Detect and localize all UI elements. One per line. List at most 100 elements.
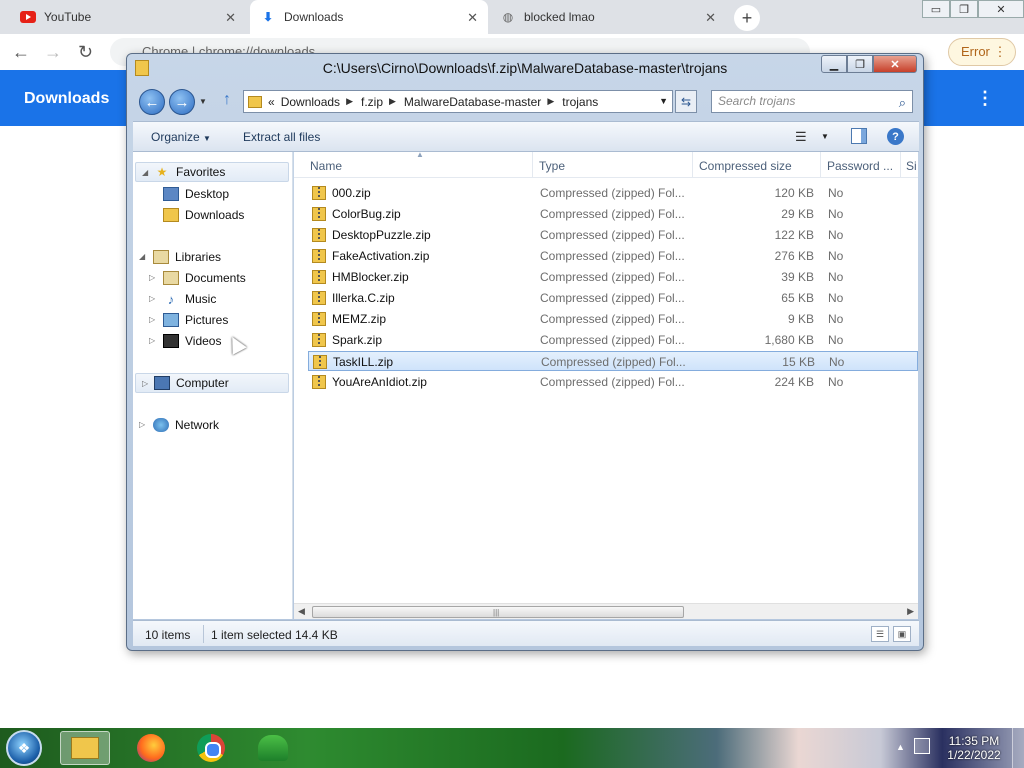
back-button[interactable]: ← — [139, 89, 165, 115]
collapse-icon[interactable]: ◢ — [139, 252, 145, 261]
chevron-right-icon[interactable]: ▶ — [346, 96, 353, 107]
horizontal-scrollbar[interactable]: ◀ ||| ▶ — [294, 603, 918, 619]
view-options-icon[interactable]: ☰ — [795, 129, 807, 145]
file-row[interactable]: TaskILL.zip Compressed (zipped) Fol... 15 … — [308, 351, 918, 371]
column-divider[interactable] — [900, 152, 901, 178]
command-bar: Organize ▼ Extract all files ☰ ▼ ? — [133, 121, 919, 152]
nav-music[interactable]: ▷ ♪ Music — [149, 289, 216, 309]
forward-button[interactable]: → — [169, 89, 195, 115]
close-button[interactable]: ✕ — [978, 0, 1024, 18]
file-row[interactable]: Illerka.C.zip Compressed (zipped) Fol... 6… — [308, 288, 918, 308]
maximize-button[interactable]: ❐ — [950, 0, 978, 18]
window-titlebar[interactable]: C:\Users\Cirno\Downloads\f.zip\MalwareDa… — [127, 54, 923, 82]
extract-all-button[interactable]: Extract all files — [243, 130, 320, 144]
close-icon[interactable]: ✕ — [705, 10, 716, 26]
nav-label: Documents — [185, 271, 246, 285]
system-clock[interactable]: 11:35 PM 1/22/2022 — [940, 734, 1008, 762]
zip-folder-icon — [312, 312, 326, 326]
refresh-button[interactable]: ⇆ — [675, 90, 697, 113]
taskbar-idm[interactable] — [248, 731, 298, 765]
breadcrumb-overflow[interactable]: « — [268, 95, 275, 109]
nav-desktop[interactable]: Desktop — [163, 184, 229, 204]
nav-favorites[interactable]: ◢ ★ Favorites — [135, 162, 289, 182]
details-view-icon[interactable]: ☰ — [871, 626, 889, 642]
nav-computer[interactable]: ▷ Computer — [135, 373, 289, 393]
column-password[interactable]: Password ... — [827, 159, 893, 173]
column-divider[interactable] — [820, 152, 821, 178]
expand-icon[interactable]: ▷ — [149, 294, 155, 303]
organize-button[interactable]: Organize ▼ — [151, 130, 211, 144]
more-icon: ⋮ — [993, 44, 1007, 59]
breadcrumb-fzip[interactable]: f.zip — [361, 95, 383, 109]
nav-downloads[interactable]: Downloads — [163, 205, 244, 225]
scrollbar-thumb[interactable]: ||| — [312, 606, 684, 618]
tab-blocked[interactable]: ◍ blocked lmao ✕ — [490, 0, 726, 34]
column-divider[interactable] — [692, 152, 693, 178]
scroll-left-icon[interactable]: ◀ — [298, 606, 305, 617]
nav-documents[interactable]: ▷ Documents — [149, 268, 246, 288]
expand-icon[interactable]: ▷ — [149, 273, 155, 282]
tab-youtube[interactable]: YouTube ✕ — [10, 0, 246, 34]
column-size[interactable]: Si — [906, 159, 917, 173]
minimize-button[interactable]: ▭ — [922, 0, 950, 18]
column-name[interactable]: Name — [310, 159, 342, 173]
help-icon[interactable]: ? — [887, 128, 904, 145]
network-status-icon[interactable] — [914, 738, 930, 754]
expand-icon[interactable]: ▷ — [139, 420, 145, 429]
file-row[interactable]: HMBlocker.zip Compressed (zipped) Fol... 3… — [308, 267, 918, 287]
reload-icon[interactable]: ↻ — [78, 42, 93, 63]
close-icon[interactable]: ✕ — [225, 10, 236, 26]
up-arrow-icon[interactable]: ↑ — [223, 91, 231, 109]
search-input[interactable]: Search trojans ⌕ — [711, 90, 913, 113]
show-hidden-icons[interactable]: ▲ — [896, 742, 905, 752]
large-icons-view-icon[interactable]: ▣ — [893, 626, 911, 642]
show-desktop-button[interactable] — [1012, 728, 1024, 768]
breadcrumb-trojans[interactable]: trojans — [562, 95, 598, 109]
file-size: 65 KB — [781, 291, 814, 305]
breadcrumb-malwaredatabase[interactable]: MalwareDatabase-master — [404, 95, 541, 109]
file-row[interactable]: DesktopPuzzle.zip Compressed (zipped) Fol… — [308, 225, 918, 245]
chevron-right-icon[interactable]: ▶ — [389, 96, 396, 107]
breadcrumb[interactable]: « Downloads ▶ f.zip ▶ MalwareDatabase-ma… — [243, 90, 673, 113]
collapse-icon[interactable]: ◢ — [142, 168, 148, 177]
expand-icon[interactable]: ▷ — [149, 315, 155, 324]
file-row[interactable]: Spark.zip Compressed (zipped) Fol... 1,680… — [308, 330, 918, 350]
preview-pane-icon[interactable] — [851, 128, 867, 144]
file-row[interactable]: FakeActivation.zip Compressed (zipped) Fo… — [308, 246, 918, 266]
menu-icon[interactable]: ⋮ — [976, 88, 994, 109]
close-icon[interactable]: ✕ — [467, 10, 478, 26]
taskbar-chrome[interactable] — [186, 731, 236, 765]
file-row[interactable]: MEMZ.zip Compressed (zipped) Fol... 9 KB No — [308, 309, 918, 329]
breadcrumb-downloads[interactable]: Downloads — [281, 95, 340, 109]
column-divider[interactable] — [532, 152, 533, 178]
scroll-right-icon[interactable]: ▶ — [907, 606, 914, 617]
maximize-button[interactable]: ❐ — [847, 55, 873, 73]
forward-arrow-icon[interactable]: → — [44, 42, 62, 63]
expand-icon[interactable]: ▷ — [149, 336, 155, 345]
error-button[interactable]: Error ⋮ — [948, 38, 1016, 66]
taskbar-explorer[interactable] — [60, 731, 110, 765]
column-type[interactable]: Type — [539, 159, 565, 173]
expand-icon[interactable]: ▷ — [142, 379, 148, 388]
minimize-button[interactable]: ▁ — [821, 55, 847, 73]
column-compressed-size[interactable]: Compressed size — [699, 159, 792, 173]
chevron-down-icon[interactable]: ▼ — [659, 96, 668, 106]
file-row[interactable]: YouAreAnIdiot.zip Compressed (zipped) Fol… — [308, 372, 918, 392]
chevron-right-icon[interactable]: ▶ — [547, 96, 554, 107]
file-type: Compressed (zipped) Fol... — [540, 228, 685, 242]
tab-downloads[interactable]: ⬇ Downloads ✕ — [250, 0, 488, 34]
chevron-down-icon[interactable]: ▼ — [821, 132, 829, 141]
close-button[interactable]: ✕ — [873, 55, 917, 73]
file-type: Compressed (zipped) Fol... — [540, 186, 685, 200]
back-arrow-icon[interactable]: ← — [12, 42, 30, 63]
recent-pages-dropdown[interactable]: ▼ — [199, 97, 207, 106]
nav-libraries[interactable]: ◢ Libraries — [139, 247, 221, 267]
file-row[interactable]: ColorBug.zip Compressed (zipped) Fol... 29… — [308, 204, 918, 224]
new-tab-button[interactable]: + — [734, 5, 760, 31]
nav-videos[interactable]: ▷ Videos — [149, 331, 221, 351]
start-button[interactable]: ❖ — [6, 730, 42, 766]
taskbar-firefox[interactable] — [126, 731, 176, 765]
file-row[interactable]: 000.zip Compressed (zipped) Fol... 120 KB N… — [308, 183, 918, 203]
nav-pictures[interactable]: ▷ Pictures — [149, 310, 228, 330]
nav-network[interactable]: ▷ Network — [139, 415, 219, 435]
